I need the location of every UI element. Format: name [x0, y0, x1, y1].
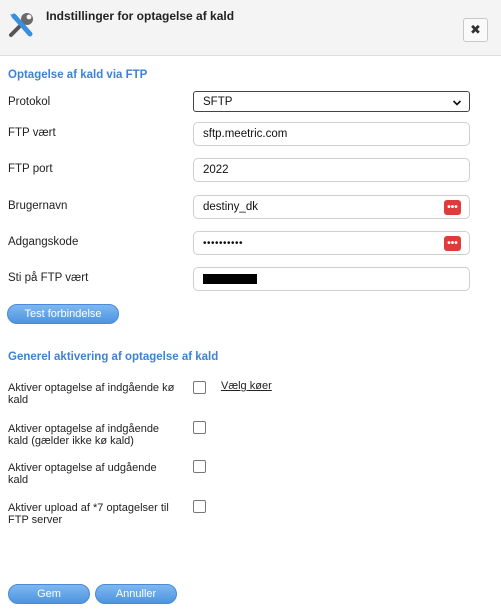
- protocol-select[interactable]: SFTP: [193, 91, 470, 112]
- tools-icon: [6, 10, 36, 40]
- username-value: destiny_dk: [203, 201, 258, 213]
- ftp-section-title: Optagelse af kald via FTP: [8, 69, 148, 81]
- port-input[interactable]: 2022: [193, 158, 470, 182]
- option-label-upload: Aktiver upload af *7 optagelser til FTP …: [8, 502, 169, 526]
- port-value: 2022: [203, 164, 229, 176]
- dialog-header: Indstillinger for optagelse af kald ✖: [0, 0, 501, 56]
- port-label: FTP port: [8, 163, 53, 175]
- username-options-button[interactable]: •••: [444, 200, 461, 215]
- redacted-path: [203, 274, 257, 284]
- option-label-incoming: Aktiver optagelse af indgående kald (gæl…: [8, 423, 160, 447]
- option-label-incoming-queue: Aktiver optagelse af indgående kø kald: [8, 382, 175, 406]
- checkbox-incoming-queue[interactable]: [193, 381, 206, 394]
- host-value: sftp.meetric.com: [203, 128, 288, 140]
- protocol-label: Protokol: [8, 96, 51, 108]
- checkbox-upload[interactable]: [193, 500, 206, 513]
- activation-section-title: Generel aktivering af optagelse af kald: [8, 351, 219, 363]
- password-options-button[interactable]: •••: [444, 236, 461, 251]
- test-connection-button[interactable]: Test forbindelse: [7, 304, 119, 324]
- dialog-title: Indstillinger for optagelse af kald: [46, 9, 235, 23]
- checkbox-incoming[interactable]: [193, 421, 206, 434]
- option-label-outgoing: Aktiver optagelse af udgående kald: [8, 462, 157, 486]
- chevron-down-icon: [452, 98, 462, 108]
- path-input[interactable]: [193, 267, 470, 291]
- checkbox-outgoing[interactable]: [193, 460, 206, 473]
- password-label: Adgangskode: [8, 236, 79, 248]
- password-value: ••••••••••: [203, 237, 244, 249]
- cancel-button[interactable]: Annuller: [95, 584, 177, 604]
- protocol-value: SFTP: [203, 95, 233, 108]
- username-label: Brugernavn: [8, 200, 68, 212]
- password-input[interactable]: •••••••••• •••: [193, 231, 470, 255]
- host-input[interactable]: sftp.meetric.com: [193, 122, 470, 146]
- close-button[interactable]: ✖: [463, 18, 488, 42]
- host-label: FTP vært: [8, 127, 56, 139]
- username-input[interactable]: destiny_dk •••: [193, 195, 470, 219]
- path-label: Sti på FTP vært: [8, 272, 89, 284]
- select-queues-link[interactable]: Vælg køer: [221, 380, 272, 392]
- save-button[interactable]: Gem: [8, 584, 90, 604]
